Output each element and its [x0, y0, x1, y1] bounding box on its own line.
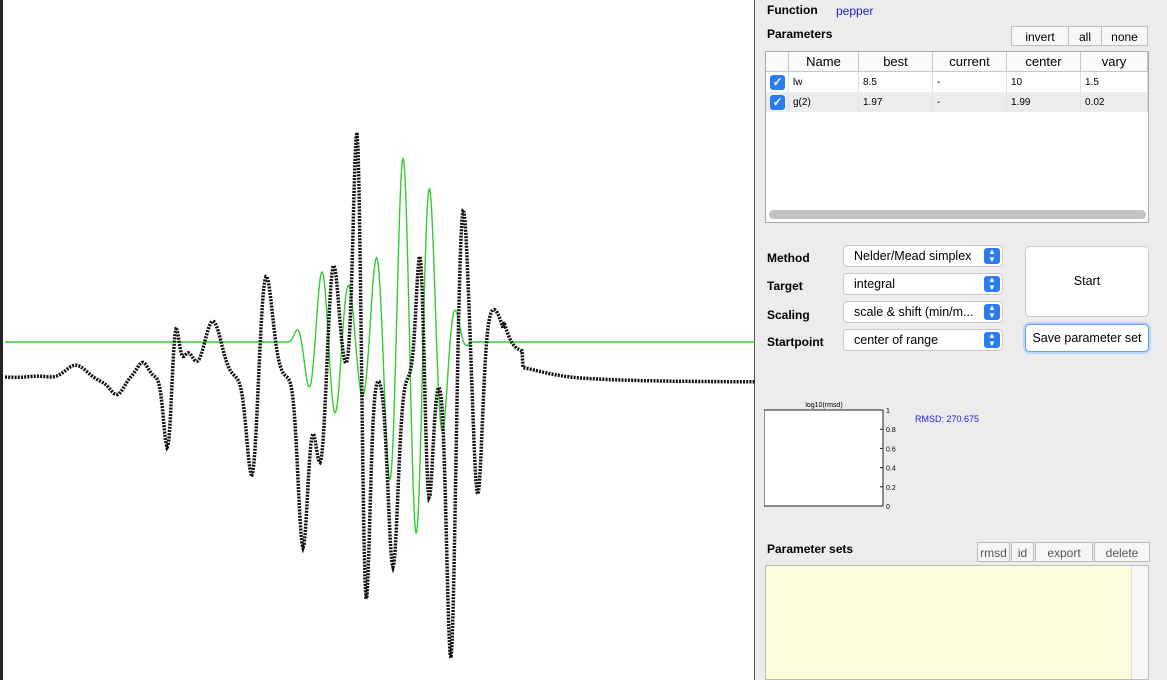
scaling-value: scale & shift (min/m...: [854, 305, 974, 319]
parameter-sets-list[interactable]: [765, 565, 1149, 680]
parameters-table[interactable]: Name best current center vary ✓ lw 8.5 -…: [765, 51, 1149, 223]
cell-current: -: [932, 92, 1007, 112]
up-down-chevron-icon: ▲ ▼: [984, 276, 1000, 292]
cell-name: lw: [788, 71, 859, 92]
fit-curve: [5, 156, 755, 535]
cell-best[interactable]: 8.5: [858, 71, 933, 92]
scaling-label: Scaling: [767, 308, 810, 322]
rmsd-plot-title: log10(rmsd): [805, 402, 842, 409]
rmsd-y-tick-label: 0.6: [886, 446, 896, 453]
cell-vary[interactable]: 0.02: [1080, 92, 1148, 112]
column-header-best[interactable]: best: [858, 52, 933, 72]
spectrum-plot: [0, 0, 755, 680]
rmsd-plot: log10(rmsd) 1 0.8 0.6 0.4 0.2 0: [764, 402, 896, 511]
table-header: Name best current center vary: [766, 52, 1148, 72]
startpoint-select[interactable]: center of range ▲ ▼: [843, 329, 1003, 351]
column-header-name[interactable]: Name: [788, 52, 859, 72]
experimental-data-curve: [5, 132, 755, 659]
method-select[interactable]: Nelder/Mead simplex ▲ ▼: [843, 245, 1003, 267]
rmsd-y-tick-label: 0: [886, 504, 890, 511]
rmsd-plot-frame: [764, 409, 884, 507]
cell-center[interactable]: 10: [1006, 71, 1081, 92]
scaling-select[interactable]: scale & shift (min/m... ▲ ▼: [843, 301, 1003, 323]
spectrum-canvas: [5, 132, 755, 659]
startpoint-label: Startpoint: [767, 335, 824, 349]
cell-center[interactable]: 1.99: [1006, 92, 1081, 112]
horizontal-scrollbar[interactable]: [769, 210, 1146, 219]
target-value: integral: [854, 277, 895, 291]
up-down-chevron-icon: ▲ ▼: [984, 332, 1000, 348]
column-header-check[interactable]: [766, 52, 789, 72]
rmsd-y-tick-label: 0.4: [886, 466, 896, 473]
delete-button[interactable]: delete: [1094, 542, 1150, 562]
column-header-center[interactable]: center: [1006, 52, 1081, 72]
table-row[interactable]: ✓ g(2) 1.97 - 1.99 0.02: [766, 92, 1148, 112]
up-down-chevron-icon: ▲ ▼: [984, 248, 1000, 264]
parameter-sets-label: Parameter sets: [767, 542, 854, 556]
column-header-vary[interactable]: vary: [1080, 52, 1148, 72]
parameters-label: Parameters: [767, 27, 833, 41]
checkbox-checked-icon[interactable]: ✓: [770, 74, 785, 90]
checkbox-checked-icon[interactable]: ✓: [770, 94, 785, 110]
function-value: pepper: [836, 4, 874, 18]
target-select[interactable]: integral ▲ ▼: [843, 273, 1003, 295]
save-parameter-set-button[interactable]: Save parameter set: [1025, 324, 1149, 352]
start-button[interactable]: Start: [1025, 246, 1149, 317]
rmsd-value: RMSD: 270.675: [915, 414, 980, 424]
cell-current: -: [932, 71, 1007, 92]
target-label: Target: [767, 279, 803, 293]
select-none-button[interactable]: none: [1101, 26, 1148, 46]
column-header-current[interactable]: current: [932, 52, 1007, 72]
cell-vary[interactable]: 1.5: [1080, 71, 1148, 92]
vertical-scrollbar[interactable]: [1131, 566, 1148, 679]
invert-button[interactable]: invert: [1011, 26, 1069, 46]
cell-best[interactable]: 1.97: [858, 92, 933, 112]
up-down-chevron-icon: ▲ ▼: [984, 304, 1000, 320]
sort-id-button[interactable]: id: [1011, 542, 1034, 562]
method-value: Nelder/Mead simplex: [854, 249, 972, 263]
rmsd-y-tick-label: 0.8: [886, 427, 896, 434]
cell-name: g(2): [788, 92, 859, 112]
function-label: Function: [767, 3, 818, 17]
method-label: Method: [767, 251, 810, 265]
startpoint-value: center of range: [854, 333, 939, 347]
select-all-button[interactable]: all: [1068, 26, 1102, 46]
sort-rmsd-button[interactable]: rmsd: [977, 542, 1010, 562]
rmsd-y-tick-label: 1: [886, 408, 890, 415]
export-button[interactable]: export: [1035, 542, 1093, 562]
rmsd-y-tick-label: 0.2: [886, 485, 896, 492]
table-row[interactable]: ✓ lw 8.5 - 10 1.5: [766, 71, 1148, 92]
